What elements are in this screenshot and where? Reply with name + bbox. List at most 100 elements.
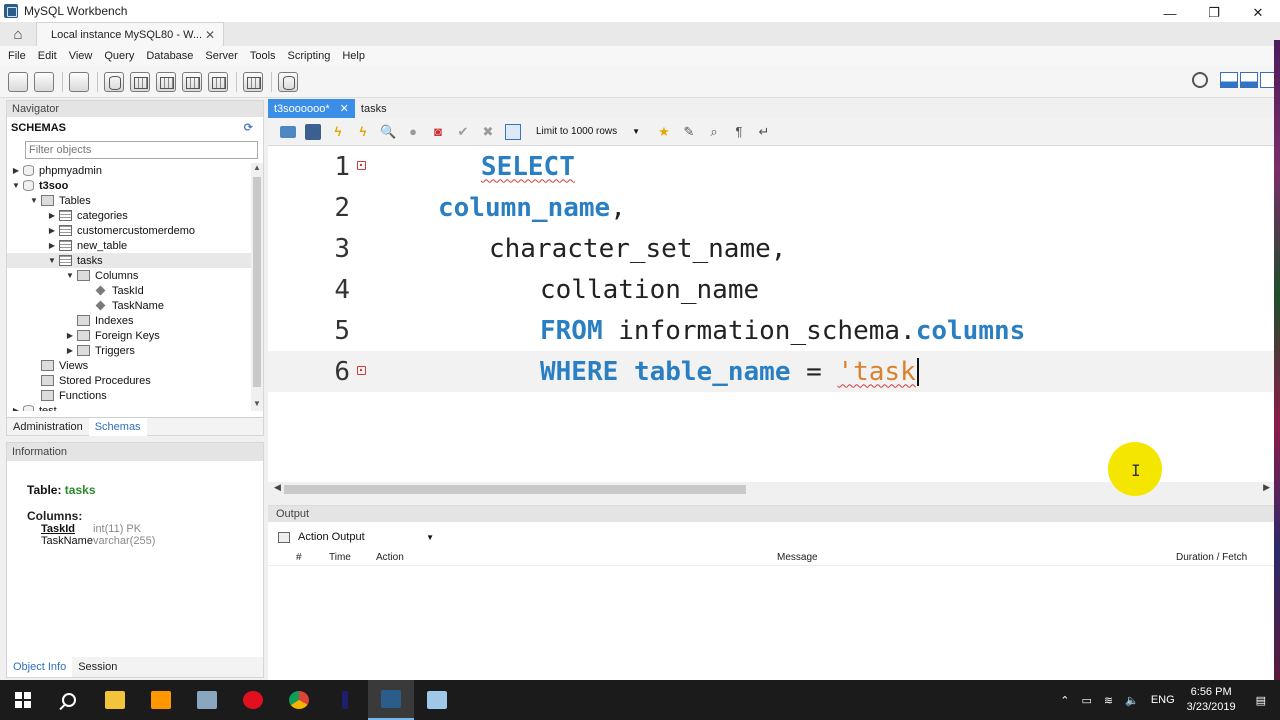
code-line[interactable]: 3 character_set_name, [268,228,1274,269]
expanded-arrow-icon[interactable]: ▼ [47,256,57,265]
taskbar-opera[interactable] [230,680,276,720]
menu-server[interactable]: Server [199,50,243,62]
column-header-duration[interactable]: Duration / Fetch [1176,552,1247,563]
collapsed-arrow-icon[interactable]: ▶ [47,211,57,220]
syntax-error-icon[interactable] [357,366,366,375]
reconnect-icon[interactable] [278,71,298,92]
tree-item[interactable]: Stored Procedures [7,373,263,388]
scroll-down-icon[interactable]: ▼ [251,399,263,411]
expanded-arrow-icon[interactable]: ▼ [29,196,39,205]
language-indicator[interactable]: ENG [1151,694,1175,706]
menu-view[interactable]: View [63,50,99,62]
output-type-select[interactable]: Action Output ▼ [268,526,438,548]
execute-icon[interactable]: ϟ [330,124,346,140]
tree-item[interactable]: Views [7,358,263,373]
tree-item[interactable]: ▶ new_table [7,238,263,253]
tree-scrollbar[interactable]: ▲ ▼ [251,163,263,411]
taskbar-mysql-workbench[interactable] [368,680,414,720]
tab-object-info[interactable]: Object Info [7,657,73,677]
tree-item[interactable]: ▶ Triggers [7,343,263,358]
scroll-left-icon[interactable]: ◀ [274,482,281,493]
tree-item[interactable]: ▶ phpmyadmin [7,163,263,178]
column-header-message[interactable]: Message [777,552,818,563]
menu-edit[interactable]: Edit [32,50,63,62]
close-icon[interactable]: ✕ [340,102,349,115]
tree-item[interactable]: ▶ customercustomerdemo [7,223,263,238]
taskbar-app[interactable] [184,680,230,720]
scroll-right-icon[interactable]: ▶ [1263,482,1270,493]
column-header-number[interactable]: # [296,552,302,563]
volume-icon[interactable]: 🔈 [1125,694,1139,707]
connection-tab[interactable]: Local instance MySQL80 - W... ✕ [36,22,224,46]
taskbar-notes[interactable] [414,680,460,720]
collapsed-arrow-icon[interactable]: ▶ [11,166,21,175]
taskbar-chrome[interactable] [276,680,322,720]
execute-current-icon[interactable]: ϟ [355,124,371,140]
column-header-action[interactable]: Action [376,552,404,563]
create-function-icon[interactable] [208,71,228,92]
scrollbar-thumb[interactable] [284,485,746,494]
search-table-data-icon[interactable] [243,71,263,92]
home-icon[interactable]: ⌂ [0,22,36,46]
menu-database[interactable]: Database [140,50,199,62]
tree-item[interactable]: ▼ tasks [7,253,263,268]
filter-objects-input[interactable]: Filter objects [25,141,258,159]
tree-item[interactable]: ▶ test [7,403,263,411]
open-sql-script-icon[interactable] [34,71,54,92]
tab-tasks[interactable]: tasks [355,99,393,118]
tab-administration[interactable]: Administration [7,421,89,433]
wrap-lines-icon[interactable]: ↵ [756,124,772,140]
invisible-chars-icon[interactable]: ¶ [731,124,747,140]
expanded-arrow-icon[interactable]: ▼ [65,271,75,280]
add-snippet-icon[interactable]: ★ [656,124,672,140]
clock[interactable]: 6:56 PM 3/23/2019 [1187,685,1236,715]
new-sql-tab-icon[interactable] [8,71,28,92]
notifications-icon[interactable]: ▤ [1256,694,1266,707]
create-schema-icon[interactable] [104,71,124,92]
menu-tools[interactable]: Tools [244,50,282,62]
tree-item[interactable]: ▼ Columns [7,268,263,283]
save-icon[interactable] [305,123,321,140]
toggle-sidebar-icon[interactable] [1220,72,1238,88]
scrollbar-thumb[interactable] [253,177,261,387]
tree-item[interactable]: TaskName [7,298,263,313]
tree-item[interactable]: ▼ Tables [7,193,263,208]
toggle-output-icon[interactable] [1240,72,1258,88]
create-procedure-icon[interactable] [182,71,202,92]
tree-item[interactable]: ▼ t3soo [7,178,263,193]
gear-icon[interactable] [1192,72,1208,88]
chevron-up-icon[interactable]: ⌃ [1060,694,1069,707]
collapsed-arrow-icon[interactable]: ▶ [65,346,75,355]
tree-item[interactable]: Indexes [7,313,263,328]
taskbar-visual-studio[interactable] [322,680,368,720]
menu-help[interactable]: Help [336,50,371,62]
tree-item[interactable]: Functions [7,388,263,403]
beautify-icon[interactable]: ✎ [681,124,697,140]
expanded-arrow-icon[interactable]: ▼ [11,181,21,190]
taskbar-file-explorer[interactable] [92,680,138,720]
code-line[interactable]: 2 column_name, [268,187,1274,228]
search-button[interactable] [46,680,92,720]
taskbar-sublime[interactable] [138,680,184,720]
open-file-icon[interactable] [280,125,296,138]
tab-query-editor[interactable]: t3soooooo* ✕ [268,99,355,118]
collapsed-arrow-icon[interactable]: ▶ [47,226,57,235]
menu-query[interactable]: Query [98,50,140,62]
syntax-error-icon[interactable] [357,161,366,170]
close-icon[interactable]: ✕ [205,28,215,42]
sql-editor[interactable]: 1 SELECT 2 column_name, 3 character_set_… [268,146,1274,482]
start-button[interactable] [0,680,46,720]
tree-item[interactable]: ▶ Foreign Keys [7,328,263,343]
tab-session[interactable]: Session [72,661,123,673]
code-line[interactable]: 4 collation_name [268,269,1274,310]
code-line[interactable]: 1 SELECT [268,146,1274,187]
column-header-time[interactable]: Time [329,552,351,563]
battery-icon[interactable]: ▭ [1081,694,1091,707]
inspector-icon[interactable] [69,71,89,92]
find-icon[interactable]: ⌕ [706,124,722,140]
create-view-icon[interactable] [156,71,176,92]
copy-icon[interactable] [278,531,290,543]
collapsed-arrow-icon[interactable]: ▶ [65,331,75,340]
wifi-icon[interactable]: ≋ [1104,694,1113,707]
tab-schemas[interactable]: Schemas [88,417,147,436]
